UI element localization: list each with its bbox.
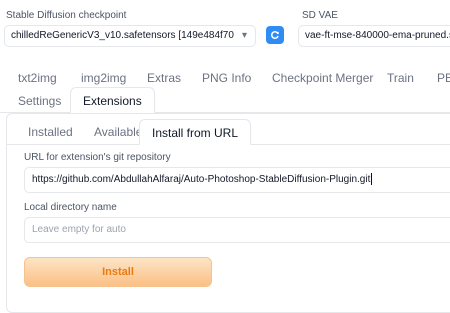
checkpoint-select[interactable]: chilledReGenericV3_v10.safetensors [149e… <box>4 25 256 47</box>
refresh-checkpoint-button[interactable] <box>266 26 284 44</box>
vae-value: vae-ft-mse-840000-ema-pruned.sa <box>305 30 450 41</box>
tab-pb[interactable]: PB <box>437 71 450 85</box>
text-cursor <box>371 173 373 186</box>
directory-placeholder: Leave empty for auto <box>32 224 126 235</box>
url-input-value: https://github.com/AbdullahAlfaraj/Auto-… <box>32 174 371 185</box>
url-label: URL for extension's git repository <box>24 152 171 163</box>
chevron-down-icon: ▾ <box>241 30 247 41</box>
url-input[interactable]: https://github.com/AbdullahAlfaraj/Auto-… <box>24 167 450 193</box>
tab-img2img[interactable]: img2img <box>81 71 126 85</box>
tab-settings[interactable]: Settings <box>18 94 61 108</box>
install-button[interactable]: Install <box>24 257 212 287</box>
checkpoint-value: chilledReGenericV3_v10.safetensors [149e… <box>11 30 234 41</box>
vae-label: SD VAE <box>302 10 338 21</box>
refresh-icon <box>271 31 279 39</box>
tab-txt2img[interactable]: txt2img <box>18 71 57 85</box>
tab-extras[interactable]: Extras <box>147 71 181 85</box>
tab-extensions[interactable]: Extensions <box>70 87 155 113</box>
tab-install-from-url[interactable]: Install from URL <box>139 119 252 145</box>
tab-checkpoint-merger[interactable]: Checkpoint Merger <box>272 71 373 85</box>
directory-input[interactable]: Leave empty for auto <box>24 217 450 243</box>
tab-png-info[interactable]: PNG Info <box>202 71 251 85</box>
tab-installed[interactable]: Installed <box>28 125 73 139</box>
tab-train[interactable]: Train <box>387 71 414 85</box>
tab-available[interactable]: Available <box>94 125 142 139</box>
directory-label: Local directory name <box>24 202 117 213</box>
checkpoint-label: Stable Diffusion checkpoint <box>6 10 127 21</box>
vae-select[interactable]: vae-ft-mse-840000-ema-pruned.sa <box>298 25 450 47</box>
